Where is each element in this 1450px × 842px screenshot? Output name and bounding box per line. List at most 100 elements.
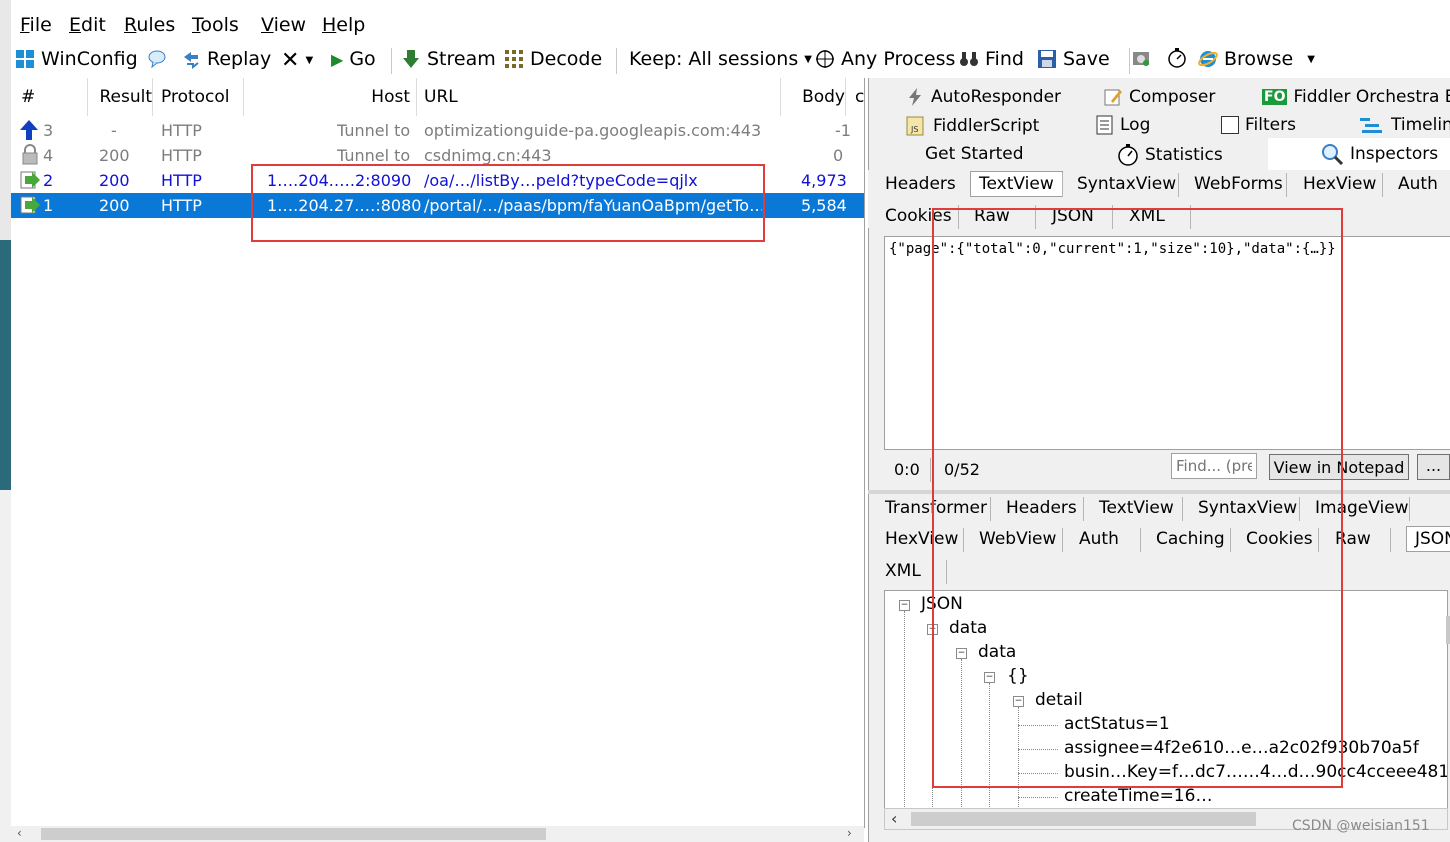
collapse-toggle-icon[interactable]: − — [899, 600, 910, 611]
composer-pencil-icon — [1104, 89, 1122, 106]
column-header-host[interactable]: Host — [245, 78, 417, 116]
session-result: 200 — [99, 196, 130, 215]
decode-button[interactable]: Decode — [504, 48, 602, 70]
request-tab-webforms[interactable]: WebForms — [1194, 174, 1283, 194]
session-number: 2 — [43, 171, 54, 190]
tab-log[interactable]: Log — [1096, 115, 1150, 135]
lightning-icon — [909, 88, 921, 106]
menu-rules[interactable]: Rules — [124, 14, 175, 36]
request-tab-headers[interactable]: Headers — [885, 174, 956, 194]
tab-get-started[interactable]: Get Started — [925, 144, 1023, 164]
tab-separator — [1178, 173, 1179, 197]
tab-filters[interactable]: Filters — [1221, 115, 1296, 135]
save-label: Save — [1063, 48, 1110, 70]
replay-label: Replay — [207, 48, 272, 70]
svg-text:JS: JS — [910, 125, 918, 134]
response-tab-xml[interactable]: XML — [885, 561, 921, 581]
tab-label: Timeline — [1391, 115, 1450, 135]
keep-sessions-dropdown[interactable]: Keep: All sessions ▼ — [629, 48, 812, 70]
stream-button[interactable]: Stream — [401, 48, 496, 70]
column-header-number[interactable]: # — [11, 78, 88, 116]
close-x-icon: ✕ — [281, 48, 300, 73]
toolbar-separator — [616, 48, 617, 74]
comment-button[interactable] — [147, 48, 167, 68]
annotation-red-box-response — [932, 208, 1343, 788]
winconfig-button[interactable]: WinConfig — [15, 48, 138, 70]
tab-label: Get Started — [925, 144, 1024, 164]
menu-tools[interactable]: Tools — [192, 14, 239, 36]
stopwatch-icon — [1168, 48, 1186, 68]
column-header-url[interactable]: URL — [416, 78, 781, 116]
save-button[interactable]: Save — [1037, 48, 1110, 70]
session-row-3[interactable]: 3 - HTTP Tunnel to optimizationguide-pa.… — [11, 118, 864, 143]
decode-label: Decode — [530, 48, 603, 70]
tab-timeline[interactable]: Timeline — [1359, 115, 1450, 135]
screenshot-button[interactable] — [1131, 48, 1151, 68]
tab-separator — [1062, 173, 1063, 197]
scroll-left-arrow-icon[interactable]: ‹ — [17, 826, 22, 840]
replay-button[interactable]: Replay — [181, 48, 271, 70]
chevron-down-icon: ▼ — [305, 55, 314, 66]
desktop-background-strip — [0, 0, 11, 842]
request-tab-textview[interactable]: TextView — [970, 171, 1063, 197]
inspector-magnifier-icon — [1322, 144, 1344, 165]
speech-bubble-icon — [148, 50, 166, 68]
tree-vertical-scrollbar[interactable] — [1446, 616, 1450, 644]
menu-view[interactable]: View — [261, 14, 306, 36]
toolbar-separator — [391, 48, 392, 74]
response-arrow-icon — [19, 194, 41, 223]
filters-checkbox-icon — [1221, 116, 1239, 134]
find-button[interactable]: Find — [959, 48, 1024, 70]
tab-autoresponder[interactable]: AutoResponder — [905, 87, 1061, 107]
tree-guide-line — [1018, 797, 1058, 798]
tab-inspectors[interactable]: Inspectors — [1268, 138, 1450, 170]
response-tab-json[interactable]: JSON — [1406, 526, 1450, 552]
tab-composer[interactable]: Composer — [1103, 87, 1215, 107]
session-protocol: HTTP — [161, 196, 202, 215]
session-list-horizontal-scrollbar[interactable]: ‹ › — [11, 826, 864, 842]
tab-fiddlerscript[interactable]: JS FiddlerScript — [905, 115, 1039, 137]
session-body: -1 — [835, 121, 851, 140]
tab-label: Statistics — [1145, 145, 1223, 165]
request-tab-syntaxview[interactable]: SyntaxView — [1077, 174, 1176, 194]
status-separator — [930, 458, 931, 482]
any-process-label: Any Process — [841, 48, 956, 70]
tree-node-create-time[interactable]: createTime=16… — [1064, 786, 1212, 806]
tab-label: Composer — [1129, 87, 1216, 107]
tab-label: AutoResponder — [931, 87, 1062, 107]
session-url: optimizationguide-pa.googleapis.com:443 — [424, 121, 762, 140]
tab-label: Inspectors — [1350, 144, 1439, 164]
column-header-result[interactable]: Result — [87, 78, 153, 116]
scrollbar-thumb[interactable] — [911, 812, 1256, 826]
request-tab-auth[interactable]: Auth — [1398, 174, 1438, 194]
chevron-down-icon: ▼ — [804, 53, 812, 65]
more-options-button[interactable]: ... — [1417, 454, 1450, 480]
stream-arrow-down-icon — [403, 50, 419, 68]
camera-icon — [1133, 52, 1149, 66]
request-tab-hexview[interactable]: HexView — [1303, 174, 1376, 194]
menu-file[interactable]: File — [20, 14, 52, 36]
tab-separator — [1409, 497, 1410, 521]
session-host: Tunnel to — [337, 121, 411, 140]
menu-edit[interactable]: Edit — [69, 14, 106, 36]
replay-arrows-icon — [184, 52, 199, 69]
any-process-button[interactable]: Any Process — [815, 48, 955, 70]
scrollbar-thumb[interactable] — [41, 828, 546, 840]
column-header-protocol[interactable]: Protocol — [153, 78, 244, 116]
go-button[interactable]: ▶ Go — [331, 48, 376, 70]
session-result: - — [111, 121, 117, 140]
timer-button[interactable] — [1167, 48, 1187, 68]
browse-button[interactable]: Browse ▼ — [1198, 48, 1315, 70]
windows-logo-icon — [16, 50, 34, 68]
tab-fiddler-orchestra[interactable]: FO Fiddler Orchestra Beta — [1262, 87, 1450, 107]
session-protocol: HTTP — [161, 121, 202, 140]
binoculars-icon — [960, 52, 978, 66]
tab-statistics[interactable]: Statistics — [1117, 144, 1223, 166]
scroll-left-arrow-icon[interactable]: ‹ — [891, 809, 897, 828]
column-header-body[interactable]: Body — [775, 78, 846, 116]
remove-button[interactable]: ✕ ▼ — [281, 48, 313, 73]
menu-help[interactable]: Help — [322, 14, 365, 36]
scroll-right-arrow-icon[interactable]: › — [847, 826, 852, 840]
log-document-icon — [1096, 115, 1113, 135]
watermark-text: CSDN @weisian151 — [1292, 818, 1430, 834]
